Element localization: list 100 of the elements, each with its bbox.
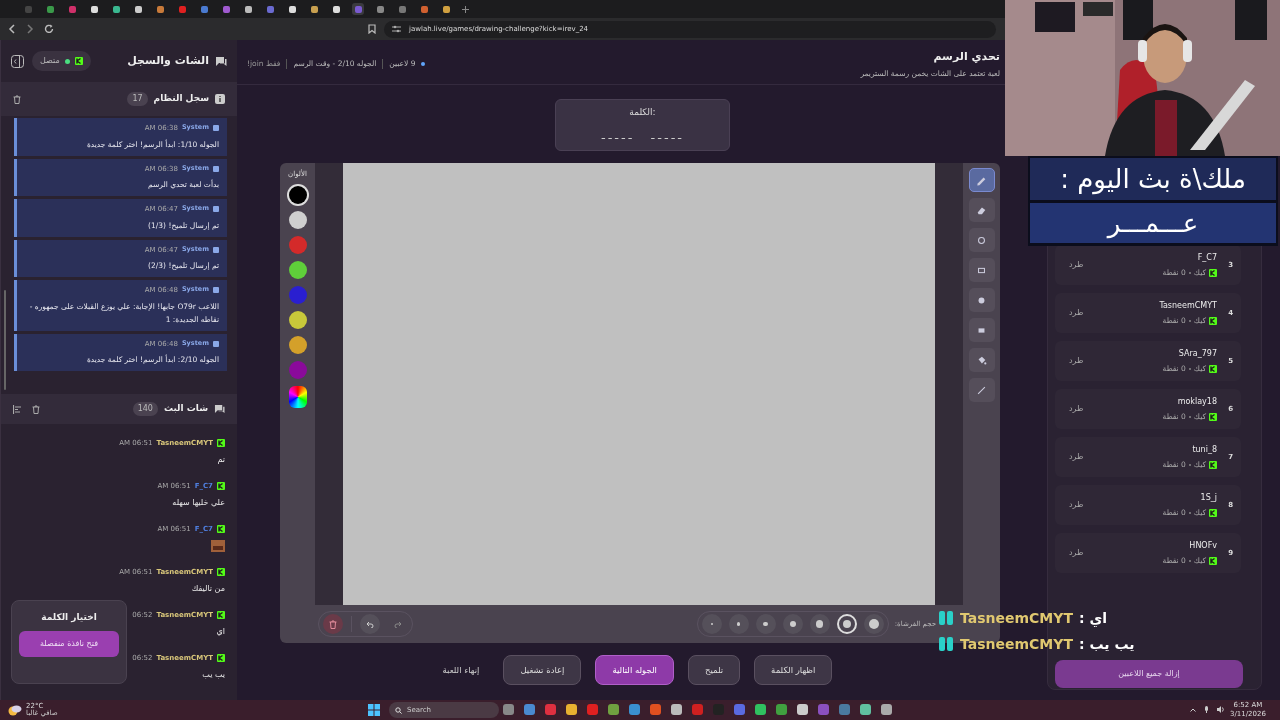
kick-icon [1209,268,1217,277]
tool-button[interactable] [968,168,995,192]
color-swatch[interactable] [288,360,307,379]
kick-player-button[interactable]: طرد [1063,403,1090,415]
player-name: F_C7 [1196,251,1217,264]
tab-favicon[interactable] [286,3,298,15]
taskbar-app-icon[interactable] [650,704,661,715]
color-swatch[interactable] [288,185,307,204]
action-button[interactable]: تلميح [687,655,741,685]
tool-button[interactable] [968,348,995,372]
tool-button[interactable] [968,198,995,222]
taskbar-app-icon[interactable] [797,704,808,715]
tab-favicon[interactable] [154,3,166,15]
tab-favicon[interactable] [440,3,452,15]
status-text: متصل [40,55,60,67]
scrollbar-thumb[interactable] [4,290,6,390]
color-swatch[interactable] [288,310,307,329]
collapse-panel-icon[interactable] [11,54,24,68]
action-button[interactable]: إعادة تشغيل [503,655,582,685]
windows-start-icon[interactable] [368,704,380,716]
tool-button[interactable] [968,318,995,342]
kick-icon [1209,364,1217,373]
tab-favicon[interactable] [308,3,320,15]
overlay-chat-author: TasneemCMYT [960,636,1073,652]
tool-button[interactable] [968,258,995,282]
forward-icon[interactable] [26,24,34,34]
player-name: moklay18 [1176,395,1217,408]
taskbar-app-icon[interactable] [776,704,787,715]
kick-icon [1209,556,1217,565]
chevron-up-icon[interactable] [1190,707,1196,712]
brush-size-button[interactable] [755,614,776,634]
clear-canvas-button[interactable] [323,614,343,634]
section-title: سجل النظام [153,92,209,106]
robot-icon [213,246,219,253]
tool-button[interactable] [968,228,995,252]
trash-icon[interactable] [32,404,40,414]
message-text: من تاليفك [190,582,225,595]
undo-button[interactable] [360,614,380,634]
open-window-button[interactable]: فتح نافذة منفصلة [19,630,119,657]
tab-favicon[interactable] [330,3,342,15]
action-button[interactable]: اظهار الكلمة [754,655,833,685]
banner-title: ملك\ة بث اليوم : [1060,162,1246,197]
taskbar-app-icon[interactable] [524,704,535,715]
end-game-link[interactable]: إنهاء اللعبة [432,655,490,685]
kick-icon [217,439,225,448]
kick-icon [1209,316,1217,325]
volume-icon[interactable] [1217,706,1225,713]
robot-icon [213,165,219,172]
taskbar-app-icon[interactable] [503,704,514,715]
remove-all-players-button[interactable]: إزالة جميع اللاعبين [1055,660,1243,688]
brush-size-button[interactable] [809,614,830,634]
align-icon[interactable] [13,404,22,414]
bookmark-icon[interactable] [368,24,376,34]
taskbar-app-icon[interactable] [755,704,766,715]
taskbar-app-icon[interactable] [608,704,619,715]
message-text: اي [215,625,225,638]
tool-button[interactable] [968,288,995,312]
brush-size-button[interactable] [863,614,884,634]
tab-favicon[interactable] [110,3,122,15]
tab-favicon[interactable] [132,3,144,15]
brush-size-button[interactable] [836,614,857,634]
taskbar-app-icon[interactable] [629,704,640,715]
back-icon[interactable] [8,24,16,34]
kick-icon [1209,412,1217,421]
tab-favicon[interactable] [242,3,254,15]
action-button[interactable]: الجوله التالية [595,655,674,685]
site-settings-icon[interactable] [392,25,401,33]
brush-size-button[interactable] [728,614,749,634]
color-swatch[interactable] [288,210,307,229]
kick-player-button[interactable]: طرد [1063,307,1090,319]
reload-icon[interactable] [44,24,54,34]
kick-icon [1209,460,1217,469]
taskbar-app-icon[interactable] [671,704,682,715]
new-tab-icon[interactable] [462,5,469,13]
kick-icon [217,525,225,534]
trash-icon[interactable] [13,94,21,104]
overlay-chat-text: : اي [1078,610,1108,626]
taskbar-app-icon[interactable] [860,704,871,715]
microphone-icon[interactable] [1204,706,1209,713]
kick-player-button[interactable]: طرد [1063,355,1090,367]
taskbar-app-icon[interactable] [566,704,577,715]
color-swatch[interactable] [288,235,307,254]
kick-player-button[interactable]: طرد [1063,547,1090,559]
chat-badge-icon [938,636,954,652]
robot-icon [213,340,219,347]
color-swatch[interactable] [288,285,307,304]
kick-player-button[interactable]: طرد [1063,259,1090,271]
color-swatch[interactable] [288,260,307,279]
word-label: الكلمة: [629,106,656,119]
redo-icon [394,620,402,628]
chat-bubbles-icon [215,55,227,67]
tab-favicon[interactable] [88,3,100,15]
color-swatch[interactable] [288,335,307,354]
kick-player-button[interactable]: طرد [1063,499,1090,511]
player-name: TasneemCMYT [1158,299,1217,312]
kick-player-button[interactable]: طرد [1063,451,1090,463]
taskbar-app-icon[interactable] [881,704,892,715]
message-text: علي خليها سهله [171,496,225,509]
brush-size-button[interactable] [782,614,803,634]
color-picker[interactable] [288,385,307,408]
